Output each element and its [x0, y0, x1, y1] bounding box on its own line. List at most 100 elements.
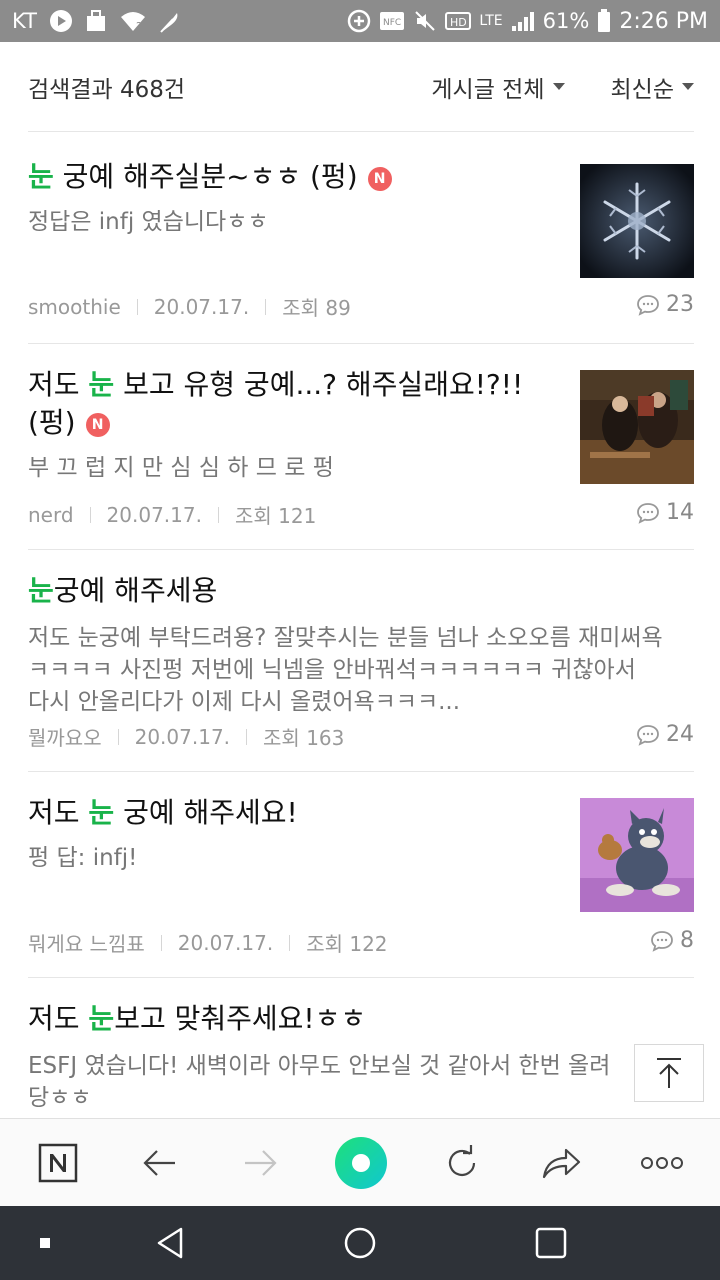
status-bar: KT ? NFC HD LTE 61% 2:26 PM [0, 0, 720, 42]
search-results: 검색결과 468건 게시글 전체 최신순 눈 궁예 해주실분~ㅎㅎ (펑) N 정… [0, 42, 720, 1118]
forward-arrow-icon [245, 1150, 277, 1176]
post-meta: 뭐게요 느낌표 20.07.17. 조회 122 [28, 928, 388, 957]
summary-line: 저도 눈궁예 부탁드려용? 잘맞추시는 분들 넘나 소오오름 재미써욕 [28, 625, 663, 651]
post-list: 눈 궁예 해주실분~ㅎㅎ (펑) N 정답은 infj 였습니다ㅎㅎ smooth… [0, 132, 720, 1118]
forward-button[interactable] [230, 1119, 290, 1207]
title-text: 저도 [28, 1002, 89, 1035]
post-title[interactable]: 저도 눈 보고 유형 궁예...? 해주실래요!?!! (펑) N [28, 366, 568, 442]
divider [217, 506, 219, 523]
comment-count[interactable]: 8 [650, 928, 694, 953]
list-item[interactable]: 저도 눈 궁예 해주세요! 펑 답: infj! 뭐게요 느낌표 20.07.1… [28, 772, 694, 978]
arrow-up-icon [657, 1058, 681, 1088]
svg-text:?: ? [136, 20, 142, 33]
post-title[interactable]: 눈 궁예 해주실분~ㅎㅎ (펑) N [28, 158, 568, 196]
post-summary: 정답은 infj 였습니다ㅎㅎ [28, 209, 269, 235]
new-badge: N [85, 413, 110, 437]
divider [265, 298, 267, 315]
nav-recents-button[interactable] [516, 1206, 586, 1280]
wifi-question-icon: ? [119, 9, 147, 33]
author[interactable]: 뭐게요 느낌표 [28, 928, 145, 957]
post-summary: 부 끄 럽 지 만 심 심 하 므 로 펑 [28, 455, 334, 481]
list-item[interactable]: 눈궁예 해주세용 저도 눈궁예 부탁드려용? 잘맞추시는 분들 넘나 소오오름 … [28, 550, 694, 772]
divider [117, 728, 119, 745]
notification-dot-button[interactable] [10, 1206, 80, 1280]
chevron-down-icon [682, 83, 694, 90]
comment-bubble-icon [651, 930, 673, 952]
results-header: 검색결과 468건 게시글 전체 최신순 [28, 42, 694, 132]
post-date: 20.07.17. [153, 294, 250, 319]
clock: 2:26 PM [619, 8, 708, 34]
post-title[interactable]: 눈궁예 해주세용 [28, 572, 694, 610]
title-text: 저도 [28, 368, 89, 401]
feather-icon [159, 9, 181, 33]
share-icon [542, 1148, 581, 1179]
author[interactable]: nerd [28, 503, 74, 527]
summary-line: 다시 안올리다가 이제 다시 올렸어욕ㅋㅋㅋ... [28, 689, 461, 715]
list-item[interactable]: 저도 눈 보고 유형 궁예...? 해주실래요!?!! (펑) N 부 끄 럽 지 … [28, 344, 694, 550]
comment-bubble-icon [637, 724, 659, 746]
post-title[interactable]: 저도 눈보고 맞춰주세요!ㅎㅎ [28, 1000, 694, 1038]
post-summary: 저도 눈궁예 부탁드려용? 잘맞추시는 분들 넘나 소오오름 재미써욕 ㅋㅋㅋㅋ… [28, 622, 698, 718]
comment-count[interactable]: 14 [636, 500, 694, 525]
sort-dropdown[interactable]: 최신순 [611, 70, 694, 104]
nav-home-button[interactable] [325, 1206, 395, 1280]
title-text: 저도 [28, 796, 89, 829]
scroll-to-top-button[interactable] [634, 1044, 704, 1102]
share-button[interactable] [532, 1119, 592, 1207]
summary-line: ESFJ 였습니다! 새벽이라 아무도 안보실 것 같아서 한번 올려 [28, 1053, 611, 1079]
comment-number: 24 [666, 722, 694, 747]
comment-number: 8 [680, 928, 694, 953]
browser-toolbar [0, 1118, 720, 1206]
list-item[interactable]: 눈 궁예 해주실분~ㅎㅎ (펑) N 정답은 infj 였습니다ㅎㅎ smooth… [28, 132, 694, 344]
divider [160, 934, 162, 951]
post-title[interactable]: 저도 눈 궁예 해주세요! [28, 794, 568, 832]
green-search-button[interactable] [331, 1119, 391, 1207]
battery-percent: 61% [542, 9, 590, 33]
battery-icon [597, 9, 611, 33]
cartoon-cat-image[interactable] [580, 798, 694, 912]
chevron-down-icon [552, 83, 565, 90]
square-dot-icon [40, 1238, 50, 1248]
title-text: 궁예 해주세요! [114, 796, 298, 829]
back-arrow-icon [143, 1150, 175, 1176]
painting-image[interactable] [580, 370, 694, 484]
naver-home-button[interactable] [28, 1119, 88, 1207]
post-date: 20.07.17. [106, 502, 202, 527]
new-badge: N [367, 167, 392, 191]
plus-circle-icon [347, 9, 371, 33]
post-date: 20.07.17. [177, 930, 274, 955]
comment-count[interactable]: 24 [636, 722, 694, 747]
view-count: 조회 89 [282, 296, 351, 320]
mute-icon [413, 9, 437, 33]
author[interactable]: 뭘까요오 [28, 722, 102, 751]
title-text: (펑) [28, 406, 76, 439]
result-count: 검색결과 468건 [28, 76, 186, 103]
nav-back-button[interactable] [135, 1206, 205, 1280]
author[interactable]: smoothie [28, 295, 121, 319]
divider [246, 728, 248, 745]
list-item[interactable]: 저도 눈보고 맞춰주세요!ㅎㅎ ESFJ 였습니다! 새벽이라 아무도 안보실 … [28, 978, 694, 1118]
refresh-button[interactable] [432, 1119, 492, 1207]
system-nav-bar [0, 1206, 720, 1280]
svg-text:NFC: NFC [383, 18, 401, 28]
title-highlight: 눈 [28, 160, 54, 193]
title-highlight: 눈 [88, 1002, 115, 1035]
snowflake-image[interactable] [580, 164, 694, 278]
board-filter-dropdown[interactable]: 게시글 전체 [431, 70, 565, 104]
naver-home-icon [38, 1143, 78, 1183]
comment-count[interactable]: 23 [636, 292, 694, 317]
more-button[interactable] [632, 1119, 692, 1207]
green-search-icon [335, 1137, 387, 1189]
board-filter-label: 게시글 전체 [431, 76, 545, 103]
comment-number: 14 [666, 500, 694, 525]
title-highlight: 눈 [88, 796, 115, 829]
post-summary: ESFJ 였습니다! 새벽이라 아무도 안보실 것 같아서 한번 올려 당ㅎㅎ [28, 1050, 698, 1114]
comment-number: 23 [666, 292, 694, 317]
back-button[interactable] [130, 1119, 190, 1207]
divider [136, 298, 138, 315]
hd-icon: HD [445, 11, 472, 31]
title-text: 보고 유형 궁예...? 해주실래요!?!! [114, 368, 524, 401]
sort-label: 최신순 [610, 76, 674, 103]
lte-label: LTE [479, 13, 503, 29]
view-count: 조회 122 [306, 932, 388, 956]
